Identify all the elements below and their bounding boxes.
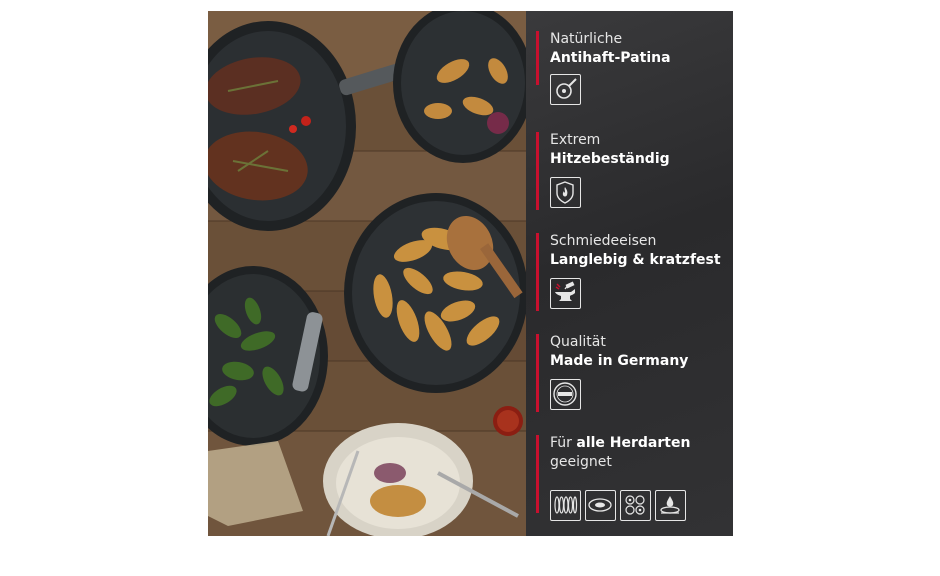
anvil-hammer-icon <box>550 278 581 309</box>
induction-coil-icon <box>550 490 581 521</box>
nonstick-pan-icon <box>550 74 581 105</box>
feature-line1: Schmiedeeisen <box>550 233 657 249</box>
made-in-germany-seal-icon <box>550 379 581 410</box>
ceramic-hob-icon <box>620 490 651 521</box>
accent-bar <box>536 334 539 412</box>
accent-bar <box>536 435 539 513</box>
gas-burner-icon <box>655 490 686 521</box>
flame-shield-icon <box>550 177 581 208</box>
accent-bar <box>536 31 539 85</box>
product-image: Natürliche Antihaft-Patina Extrem Hitzeb… <box>208 11 733 536</box>
hob-bold: alle Herdarten <box>576 435 691 451</box>
feature-line1: Natürliche <box>550 31 623 47</box>
electric-plate-icon <box>585 490 616 521</box>
feature-line1: Qualität <box>550 334 606 350</box>
photo-illustration <box>208 11 526 536</box>
feature-line2: Langlebig & kratzfest <box>550 252 721 268</box>
hob-prefix: Für <box>550 435 577 451</box>
feature-line2: Antihaft-Patina <box>550 50 671 66</box>
feature-panel: Natürliche Antihaft-Patina Extrem Hitzeb… <box>526 11 733 536</box>
feature-line1: Extrem <box>550 132 601 148</box>
hob-line1: Für alle Herdarten <box>550 435 690 451</box>
accent-bar <box>536 132 539 210</box>
hob-line2: geeignet <box>550 454 612 470</box>
feature-line2: Hitzebeständig <box>550 151 670 167</box>
feature-line2: Made in Germany <box>550 353 689 369</box>
accent-bar <box>536 233 539 311</box>
cooking-photo <box>208 11 526 536</box>
